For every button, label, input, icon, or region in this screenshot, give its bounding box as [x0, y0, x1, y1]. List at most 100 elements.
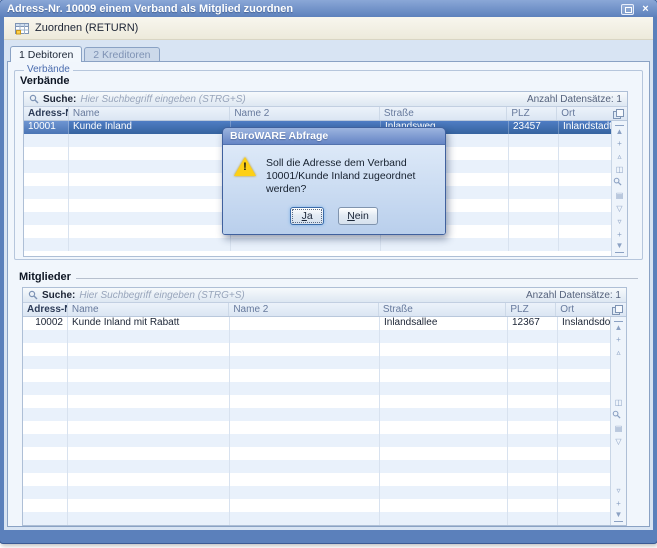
- cell-adress_nr[interactable]: [23, 460, 68, 473]
- col-strasse[interactable]: Straße: [379, 303, 507, 316]
- cell-adress_nr[interactable]: 10001: [24, 121, 69, 134]
- cell-name[interactable]: [69, 134, 231, 147]
- insert-up-icon[interactable]: +: [613, 138, 626, 149]
- cell-name2[interactable]: [230, 356, 380, 369]
- cell-ort[interactable]: [559, 186, 611, 199]
- cell-plz[interactable]: [508, 356, 558, 369]
- cell-ort[interactable]: [558, 382, 610, 395]
- cell-name2[interactable]: [230, 460, 380, 473]
- cell-plz[interactable]: [508, 499, 558, 512]
- col-ort[interactable]: Ort: [557, 107, 609, 120]
- cell-name[interactable]: [68, 434, 230, 447]
- table-row[interactable]: [23, 447, 610, 460]
- table-row[interactable]: [23, 382, 610, 395]
- table-row[interactable]: [23, 343, 610, 356]
- cell-ort[interactable]: Inlandstadt: [559, 121, 611, 134]
- cell-plz[interactable]: [509, 160, 559, 173]
- cell-ort[interactable]: [558, 343, 610, 356]
- col-strasse[interactable]: Straße: [380, 107, 508, 120]
- step-up-icon[interactable]: ▵: [613, 151, 626, 162]
- mitglieder-search-bar[interactable]: Suche: Hier Suchbegriff eingeben (STRG+S…: [23, 288, 626, 303]
- cell-ort[interactable]: [558, 421, 610, 434]
- cell-name[interactable]: Kunde Inland: [69, 121, 231, 134]
- cell-strasse[interactable]: [380, 369, 508, 382]
- cell-strasse[interactable]: [380, 343, 508, 356]
- cell-plz[interactable]: [508, 421, 558, 434]
- col-name2[interactable]: Name 2: [230, 107, 379, 120]
- scroll-bottom-icon[interactable]: ▼: [612, 511, 625, 522]
- cell-strasse[interactable]: [380, 460, 508, 473]
- cell-ort[interactable]: [558, 408, 610, 421]
- cell-ort[interactable]: [558, 486, 610, 499]
- cell-name[interactable]: [68, 447, 230, 460]
- cell-plz[interactable]: [509, 212, 559, 225]
- cell-plz[interactable]: [508, 473, 558, 486]
- cell-ort[interactable]: [559, 225, 611, 238]
- cell-strasse[interactable]: [380, 512, 508, 525]
- cell-name[interactable]: [68, 395, 230, 408]
- cell-ort[interactable]: [558, 434, 610, 447]
- yes-button[interactable]: Ja: [290, 207, 324, 225]
- cell-plz[interactable]: [508, 369, 558, 382]
- table-row[interactable]: [23, 395, 610, 408]
- cell-name[interactable]: [68, 356, 230, 369]
- cell-plz[interactable]: [509, 238, 559, 251]
- cell-name[interactable]: [69, 147, 231, 160]
- cell-adress_nr[interactable]: [24, 147, 69, 160]
- col-plz[interactable]: PLZ: [507, 107, 557, 120]
- cell-plz[interactable]: 23457: [509, 121, 559, 134]
- cell-name[interactable]: [69, 173, 231, 186]
- table-row[interactable]: [23, 512, 610, 525]
- columns-icon[interactable]: ◫: [613, 164, 626, 175]
- table-search-icon[interactable]: [613, 177, 626, 188]
- cell-ort[interactable]: [558, 356, 610, 369]
- step-up-icon[interactable]: ▵: [612, 347, 625, 358]
- cell-ort[interactable]: [559, 199, 611, 212]
- col-plz[interactable]: PLZ: [506, 303, 556, 316]
- cell-name[interactable]: [69, 238, 231, 251]
- cell-adress_nr[interactable]: [23, 512, 68, 525]
- table-row[interactable]: [23, 486, 610, 499]
- insert-down-icon[interactable]: +: [613, 229, 626, 240]
- cell-name2[interactable]: [230, 408, 380, 421]
- cell-name[interactable]: [68, 499, 230, 512]
- tab-kreditoren[interactable]: 2 Kreditoren: [84, 47, 159, 61]
- table-row[interactable]: [24, 238, 611, 251]
- cell-adress_nr[interactable]: [23, 395, 68, 408]
- table-row[interactable]: [23, 499, 610, 512]
- cell-plz[interactable]: [508, 460, 558, 473]
- cell-strasse[interactable]: [380, 408, 508, 421]
- column-options-icon[interactable]: [608, 303, 626, 316]
- table-row[interactable]: [23, 330, 610, 343]
- col-name[interactable]: Name: [68, 303, 229, 316]
- table-search-icon[interactable]: [612, 410, 625, 421]
- cell-strasse[interactable]: [380, 330, 508, 343]
- cell-plz[interactable]: [508, 382, 558, 395]
- cell-name[interactable]: [68, 473, 230, 486]
- search-input[interactable]: Hier Suchbegriff eingeben (STRG+S): [79, 290, 522, 301]
- table-row[interactable]: [23, 460, 610, 473]
- cell-name[interactable]: [69, 212, 231, 225]
- cell-name[interactable]: [68, 408, 230, 421]
- cell-adress_nr[interactable]: [23, 343, 68, 356]
- cell-plz[interactable]: [508, 395, 558, 408]
- cell-ort[interactable]: [559, 160, 611, 173]
- cell-adress_nr[interactable]: [23, 486, 68, 499]
- cell-name[interactable]: [68, 382, 230, 395]
- filter-icon[interactable]: ▽: [612, 436, 625, 447]
- scroll-bottom-icon[interactable]: ▼: [613, 242, 626, 253]
- cell-adress_nr[interactable]: [24, 212, 69, 225]
- scroll-top-icon[interactable]: ▲: [612, 321, 625, 332]
- cell-plz[interactable]: [509, 199, 559, 212]
- cell-plz[interactable]: [508, 330, 558, 343]
- cell-adress_nr[interactable]: [23, 330, 68, 343]
- cell-ort[interactable]: [558, 395, 610, 408]
- filter-icon[interactable]: ▽: [613, 203, 626, 214]
- cell-ort[interactable]: Inslandsdorf: [558, 317, 610, 330]
- cell-adress_nr[interactable]: [23, 473, 68, 486]
- cell-name2[interactable]: [230, 330, 380, 343]
- cell-adress_nr[interactable]: [24, 173, 69, 186]
- col-adressnr[interactable]: Adress-Nr.: [24, 107, 69, 120]
- cell-strasse[interactable]: [380, 447, 508, 460]
- step-down-icon[interactable]: ▿: [612, 485, 625, 496]
